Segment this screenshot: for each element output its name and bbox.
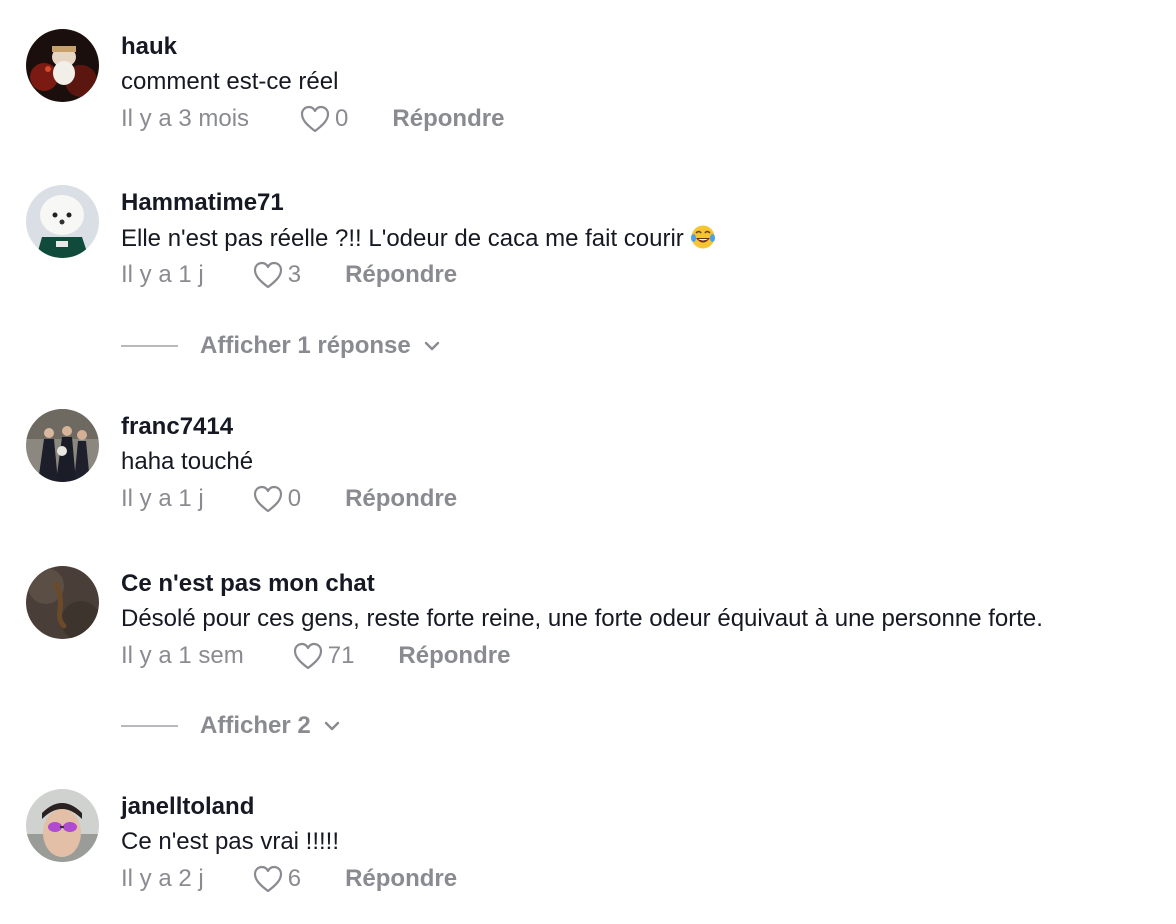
like-count: 6 [287, 865, 302, 892]
avatar[interactable] [26, 566, 99, 639]
reply-button[interactable]: Répondre [398, 642, 510, 670]
divider-line [121, 345, 178, 347]
heart-outline-icon [300, 105, 330, 133]
comment-text-body: Elle n'est pas réelle ?!! L'odeur de cac… [121, 225, 684, 252]
like-count: 0 [335, 105, 349, 132]
like-button[interactable]: 0 [299, 104, 348, 134]
view-replies-button[interactable]: Afficher 1 réponse [121, 330, 441, 362]
like-count: 0 [287, 485, 302, 512]
avatar[interactable] [26, 789, 99, 862]
reply-button[interactable]: Répondre [345, 485, 457, 513]
reply-button[interactable]: Répondre [345, 261, 457, 289]
avatar[interactable] [26, 29, 99, 102]
face-with-tears-of-joy-icon [690, 225, 715, 249]
view-replies-label: Afficher 2 [200, 712, 311, 739]
reply-button[interactable]: Répondre [392, 105, 504, 133]
heart-outline-icon [253, 261, 282, 289]
like-count: 3 [287, 261, 302, 288]
comment-username[interactable]: Ce n'est pas mon chat [121, 570, 375, 598]
reply-button[interactable]: Répondre [345, 865, 457, 893]
like-button[interactable]: 71 [292, 641, 355, 671]
chevron-down-icon [424, 341, 439, 351]
like-button[interactable]: 0 [252, 484, 301, 514]
avatar[interactable] [26, 409, 99, 482]
avatar[interactable] [26, 185, 99, 258]
comment-username[interactable]: Hammatime71 [121, 189, 284, 217]
comment-text: Elle n'est pas réelle ?!! L'odeur de cac… [121, 224, 716, 253]
heart-outline-icon [253, 485, 282, 513]
heart-outline-icon [293, 642, 322, 670]
comment-username[interactable]: franc7414 [121, 413, 233, 441]
comment-time: Il y a 1 j [121, 485, 204, 512]
comment-time: Il y a 1 j [121, 261, 204, 288]
comment-username[interactable]: janelltoland [121, 793, 254, 821]
comment-meta: Il y a 3 mois 0 Répondre [121, 103, 504, 135]
like-count: 71 [327, 642, 355, 669]
comment-text: Désolé pour ces gens, reste forte reine,… [121, 605, 1043, 632]
comment-meta: Il y a 2 j 6 Répondre [121, 863, 457, 895]
comment-meta: Il y a 1 j 3 Répondre [121, 259, 457, 291]
like-button[interactable]: 3 [252, 260, 301, 290]
comment-time: Il y a 2 j [121, 865, 204, 892]
comment-text: Ce n'est pas vrai !!!!! [121, 828, 340, 855]
comment-meta: Il y a 1 j 0 Répondre [121, 483, 457, 515]
comment-text: comment est-ce réel [121, 68, 339, 95]
heart-outline-icon [253, 865, 282, 893]
chevron-down-icon [324, 721, 339, 731]
comment-time: Il y a 1 sem [121, 642, 244, 669]
comment-text: haha touché [121, 448, 254, 475]
comment-time: Il y a 3 mois [121, 105, 250, 132]
comment-meta: Il y a 1 sem 71 Répondre [121, 640, 510, 672]
view-replies-button[interactable]: Afficher 2 [121, 710, 341, 742]
like-button[interactable]: 6 [252, 864, 301, 894]
comment-username[interactable]: hauk [121, 33, 177, 61]
view-replies-label: Afficher 1 réponse [200, 332, 411, 359]
divider-line [121, 725, 178, 727]
